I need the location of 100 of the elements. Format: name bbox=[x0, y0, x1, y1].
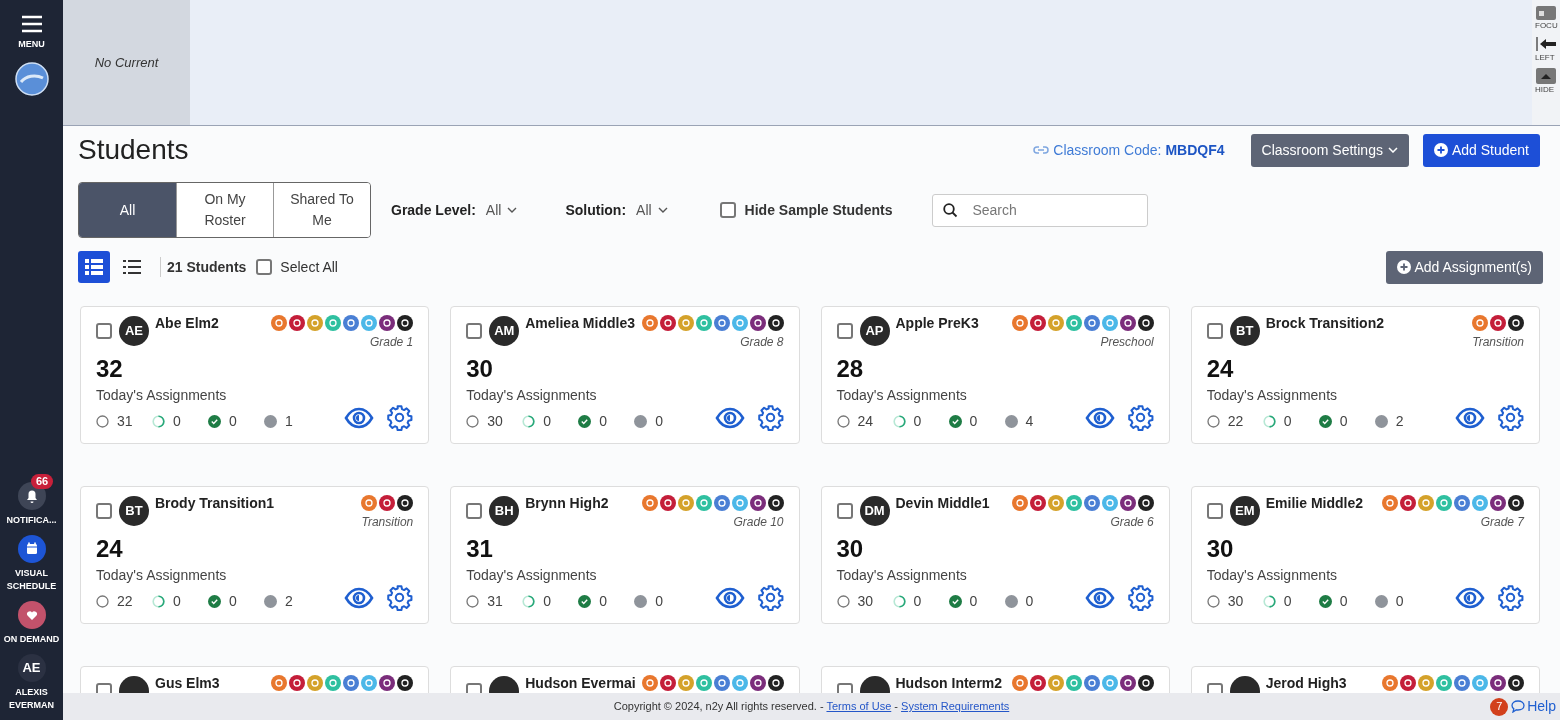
sidebar-item[interactable]: AE ALEXIS EVERMAN bbox=[0, 654, 63, 712]
student-checkbox[interactable] bbox=[96, 503, 112, 519]
status-count: 2 bbox=[285, 592, 293, 611]
filter-dropdown[interactable]: Solution: All bbox=[565, 199, 668, 221]
student-name: Gus Elm3 bbox=[155, 675, 221, 691]
status-count: 0 bbox=[1283, 412, 1292, 431]
sidebar-item[interactable]: 66 NOTIFICA... bbox=[0, 474, 63, 527]
student-checkbox[interactable] bbox=[836, 323, 853, 339]
tool-button[interactable]: FOCU bbox=[1535, 4, 1558, 32]
student-name: Jerod High3 bbox=[1265, 675, 1348, 691]
status-count: 24 bbox=[857, 412, 874, 431]
eye-icon[interactable] bbox=[344, 586, 375, 609]
grade-label: Preschool bbox=[1100, 334, 1154, 351]
globe-logo-icon[interactable] bbox=[14, 61, 49, 96]
sidebar-item[interactable]: ON DEMAND bbox=[0, 601, 63, 646]
eye-icon[interactable] bbox=[1084, 406, 1115, 429]
filter-dropdown[interactable]: Grade Level: All bbox=[391, 199, 518, 221]
copyright-text: Copyright © 2024, n2y All rights reserved. - Terms of Use - System Requirements bbox=[613, 699, 1010, 715]
student-card[interactable]: BH Brynn High2 Grade 10 31 Today's Assignments 31 0 0 0 bbox=[450, 486, 800, 624]
filter-tab[interactable]: On My Roster bbox=[176, 183, 273, 237]
sidebar-item[interactable]: VISUAL SCHEDULE bbox=[0, 535, 63, 593]
assignment-total: 30 bbox=[1206, 535, 1235, 563]
add-assignments-button[interactable]: Add Assignment(s) bbox=[1385, 250, 1543, 284]
student-name: Apple PreK3 bbox=[895, 315, 980, 331]
student-card[interactable]: AM Ameliea Middle3 Grade 8 30 Today's Assignments 30 0 0 0 bbox=[450, 306, 800, 444]
student-checkbox[interactable] bbox=[466, 323, 483, 339]
tool-button[interactable]: LEFT bbox=[1535, 36, 1557, 64]
assignment-total: 24 bbox=[96, 535, 124, 563]
progress-circle-icon bbox=[152, 595, 165, 608]
student-card[interactable]: DM Devin Middle1 Grade 6 30 Today's Assignments 30 0 0 0 bbox=[820, 486, 1170, 624]
status-count: 31 bbox=[487, 592, 503, 611]
tool-button[interactable]: HIDE bbox=[1535, 68, 1557, 96]
student-card[interactable]: BT Brody Transition1 Transition 24 Today's Assignments 22 0 0 2 bbox=[80, 486, 430, 624]
student-name: Ameliea Middle3 bbox=[525, 315, 636, 331]
settings-icon[interactable] bbox=[386, 404, 414, 431]
student-card[interactable]: Hudson Evermai bbox=[450, 666, 800, 693]
classroom-settings-button[interactable]: Classroom Settings bbox=[1250, 133, 1409, 167]
settings-icon[interactable] bbox=[1126, 584, 1154, 611]
filter-tab[interactable]: All bbox=[79, 183, 176, 237]
check-circle-icon bbox=[578, 415, 592, 428]
settings-icon[interactable] bbox=[386, 584, 414, 611]
footer-link[interactable]: System Requirements bbox=[901, 700, 1010, 713]
settings-icon[interactable] bbox=[756, 404, 784, 431]
student-checkbox[interactable] bbox=[96, 323, 112, 339]
help-link[interactable]: Help bbox=[1511, 696, 1556, 717]
student-card[interactable]: Hudson Interm2 bbox=[820, 666, 1170, 693]
student-card[interactable]: AP Apple PreK3 Preschool 28 Today's Assignments 24 0 0 4 bbox=[820, 306, 1170, 444]
student-checkbox[interactable] bbox=[1206, 323, 1223, 339]
student-card[interactable]: Gus Elm3 bbox=[80, 666, 430, 693]
user-avatar: AE bbox=[17, 654, 46, 682]
grid-view-button[interactable] bbox=[78, 251, 110, 283]
empty-circle-icon bbox=[466, 415, 480, 428]
student-card[interactable]: BT Brock Transition2 Transition 24 Today's Assignments 22 0 0 2 bbox=[1190, 306, 1540, 444]
select-all-checkbox[interactable] bbox=[256, 259, 273, 275]
hide-sample-checkbox[interactable] bbox=[719, 202, 736, 218]
search-field[interactable]: Search bbox=[932, 193, 1149, 227]
eye-icon[interactable] bbox=[714, 586, 745, 609]
progress-circle-icon bbox=[152, 415, 165, 428]
grade-label: Grade 7 bbox=[1480, 514, 1524, 531]
eye-icon[interactable] bbox=[344, 406, 375, 429]
assignments-label: Today's Assignments bbox=[1206, 386, 1339, 405]
student-checkbox[interactable] bbox=[1206, 503, 1223, 519]
menu-button[interactable]: MENU bbox=[18, 15, 45, 52]
filled-circle-icon bbox=[1004, 415, 1018, 428]
eye-icon[interactable] bbox=[1084, 586, 1115, 609]
status-count: 0 bbox=[173, 592, 181, 611]
status-count: 30 bbox=[487, 412, 503, 431]
student-avatar: BT bbox=[1229, 316, 1260, 346]
student-checkbox[interactable] bbox=[466, 503, 483, 519]
check-circle-icon bbox=[1318, 595, 1332, 608]
progress-circle-icon bbox=[522, 415, 536, 428]
student-name: Hudson Interm2 bbox=[895, 675, 1004, 691]
progress-circle-icon bbox=[892, 595, 906, 608]
status-count: 30 bbox=[1227, 592, 1244, 611]
classroom-code-link[interactable]: Classroom Code: MBDQF4 bbox=[1033, 139, 1225, 161]
settings-icon[interactable] bbox=[1497, 584, 1524, 611]
student-card[interactable]: EM Emilie Middle2 Grade 7 30 Today's Assignments 30 0 0 0 bbox=[1190, 486, 1540, 624]
progress-circle-icon bbox=[892, 415, 906, 428]
status-count: 0 bbox=[543, 592, 552, 611]
eye-icon[interactable] bbox=[1455, 406, 1485, 429]
assignment-total: 24 bbox=[1206, 355, 1235, 383]
add-student-button[interactable]: Add Student bbox=[1422, 133, 1540, 167]
status-count: 4 bbox=[1025, 412, 1034, 431]
grid-icon bbox=[85, 259, 103, 275]
status-count: 0 bbox=[1339, 412, 1348, 431]
eye-icon[interactable] bbox=[714, 406, 745, 429]
status-count: 0 bbox=[1025, 592, 1034, 611]
eye-icon[interactable] bbox=[1455, 586, 1485, 609]
student-card[interactable]: Jerod High3 bbox=[1190, 666, 1540, 693]
filter-tab[interactable]: Shared To Me bbox=[273, 183, 370, 237]
settings-icon[interactable] bbox=[1497, 404, 1524, 431]
settings-icon[interactable] bbox=[756, 584, 784, 611]
link-icon bbox=[1033, 144, 1050, 156]
empty-circle-icon bbox=[836, 595, 850, 608]
assignments-label: Today's Assignments bbox=[96, 566, 228, 585]
student-avatar: DM bbox=[859, 496, 890, 526]
settings-icon[interactable] bbox=[1126, 404, 1154, 431]
student-card[interactable]: AE Abe Elm2 Grade 1 32 Today's Assignments 31 0 0 1 bbox=[80, 306, 430, 444]
footer-link[interactable]: Terms of Use bbox=[826, 700, 892, 713]
student-checkbox[interactable] bbox=[836, 503, 853, 519]
